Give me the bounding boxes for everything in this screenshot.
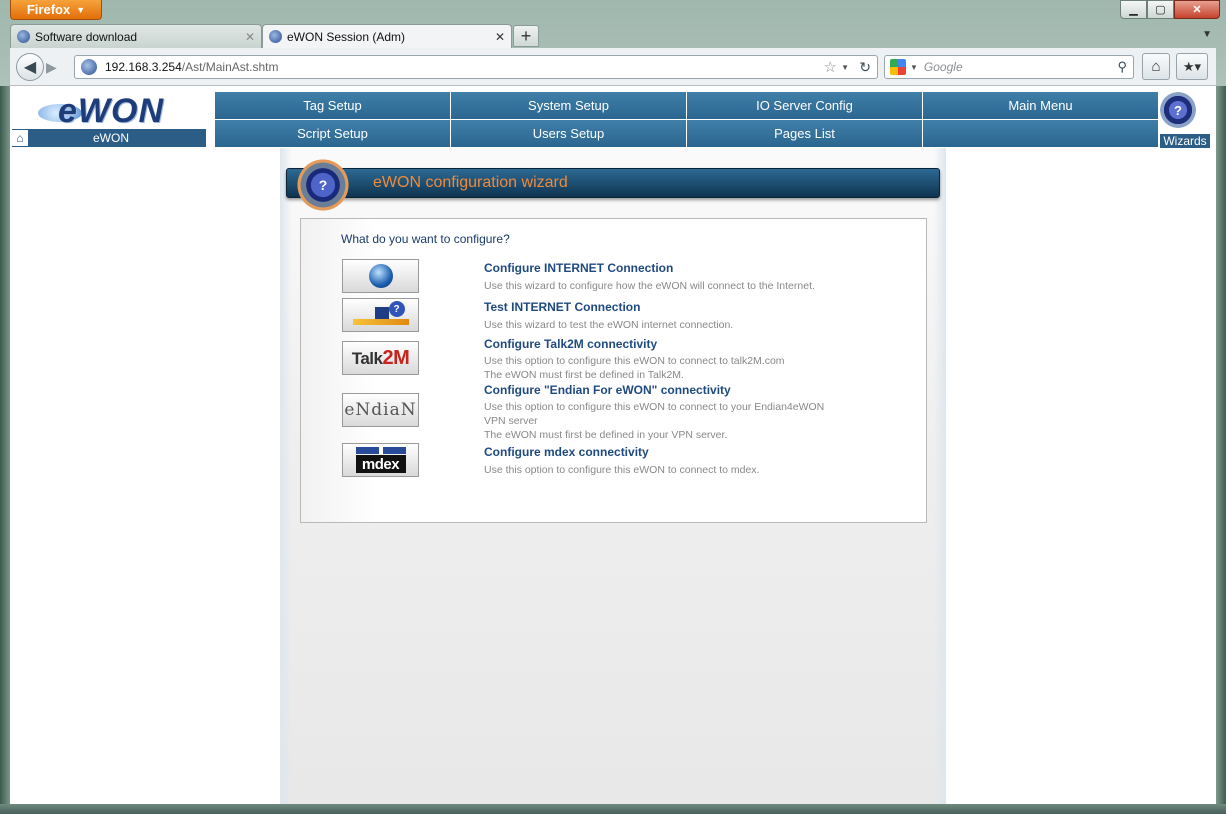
reload-icon[interactable]: ↻ [859,59,871,76]
option-desc-line: The eWON must first be defined in your V… [484,429,728,441]
option-description: Use this option to configure this eWON t… [484,463,864,477]
wizard-title-bar: ? eWON configuration wizard [286,157,940,213]
firefox-menu-label: Firefox [26,2,71,17]
tab-strip: Software download ✕ eWON Session (Adm) ✕… [10,24,1216,48]
tab-label: Software download [35,29,138,44]
wizards-link[interactable]: Wizards [1160,134,1210,148]
option-description: Use this option to configure this eWON t… [484,354,864,382]
google-engine-icon[interactable] [890,59,906,75]
window-caption-buttons: ▁ ▢ ✕ [1120,0,1220,19]
configure-mdex-link[interactable]: Configure mdex connectivity [484,445,649,459]
endian-logo: eNdiaN [344,400,417,420]
configure-internet-link[interactable]: Configure INTERNET Connection [484,261,673,275]
test-internet-button[interactable]: ? [342,298,419,332]
close-window-button[interactable]: ✕ [1174,0,1220,19]
menu-pages-list[interactable]: Pages List [687,120,923,147]
url-bar[interactable]: 192.168.3.254/Ast/MainAst.shtm ☆ ▼ ↻ [74,55,878,79]
page-content: eWON ⌂ eWON Tag Setup System Setup IO Se… [10,86,1216,804]
close-tab-icon[interactable]: ✕ [495,30,505,44]
talk2m-logo: Talk2M [351,346,410,369]
menu-system-setup[interactable]: System Setup [451,92,687,119]
menu-tag-setup[interactable]: Tag Setup [215,92,451,119]
forward-button[interactable]: ▶ [46,59,57,76]
menu-empty-cell [923,120,1159,147]
chevron-down-icon: ▼ [76,4,86,15]
configure-talk2m-button[interactable]: Talk2M [342,341,419,375]
search-input[interactable]: ▼ Google ⚲ [884,55,1134,79]
tab-label: eWON Session (Adm) [287,29,406,44]
home-icon: ⌂ [12,130,28,146]
window-frame-right [1216,86,1226,804]
wizard-panel: ? eWON configuration wizard What do you … [280,148,946,804]
ewon-favicon-icon [269,30,282,43]
new-tab-button[interactable]: + [513,25,539,47]
list-all-tabs-icon[interactable]: ▼ [1202,29,1212,40]
url-path: /Ast/MainAst.shtm [181,60,279,74]
page-title: eWON configuration wizard [373,174,568,191]
back-button[interactable]: ◀ [16,53,44,81]
option-desc-line: VPN server [484,415,538,427]
configure-endian-link[interactable]: Configure "Endian For eWON" connectivity [484,383,731,397]
menu-users-setup[interactable]: Users Setup [451,120,687,147]
home-button[interactable]: ⌂ [1142,53,1170,80]
history-dropdown-icon[interactable]: ▼ [841,63,849,72]
ewon-favicon-icon [17,30,30,43]
maximize-button[interactable]: ▢ [1147,0,1174,19]
configure-mdex-button[interactable]: mdex [342,443,419,477]
search-placeholder: Google [923,60,963,74]
bookmark-star-icon[interactable]: ☆ [824,58,837,76]
engine-dropdown-icon[interactable]: ▼ [910,63,918,72]
tab-software-download[interactable]: Software download ✕ [10,24,262,48]
wizard-question: What do you want to configure? [341,232,510,246]
tab-ewon-session[interactable]: eWON Session (Adm) ✕ [262,24,512,48]
close-tab-icon[interactable]: ✕ [245,30,255,44]
wizards-gear-icon[interactable]: ? [1160,92,1196,128]
option-description: Use this wizard to configure how the eWO… [484,279,864,293]
option-desc-line: Use this option to configure this eWON t… [484,355,785,367]
network-test-icon: ? [351,301,411,329]
mdex-logo: mdex [355,447,406,473]
home-link[interactable]: ⌂ eWON [12,129,206,147]
option-description: Use this option to configure this eWON t… [484,400,864,442]
browser-window: Firefox ▼ ▁ ▢ ✕ Software download ✕ eWON… [0,0,1226,814]
window-frame-left [0,86,10,804]
firefox-menu-button[interactable]: Firefox ▼ [10,0,102,20]
configure-talk2m-link[interactable]: Configure Talk2M connectivity [484,337,657,351]
search-icon[interactable]: ⚲ [1117,59,1127,75]
configure-endian-button[interactable]: eNdiaN [342,393,419,427]
option-desc-line: The eWON must first be defined in Talk2M… [484,369,684,381]
site-identity-icon[interactable] [81,59,97,75]
option-desc-line: Use this wizard to configure how the eWO… [484,280,815,292]
option-description: Use this wizard to test the eWON interne… [484,318,864,332]
panel-shadow [280,148,292,804]
bookmarks-button[interactable]: ★▾ [1176,53,1208,80]
ewon-logo[interactable]: eWON [38,92,188,130]
globe-icon [368,264,393,288]
option-desc-line: Use this option to configure this eWON t… [484,464,760,476]
url-host: 192.168.3.254 [105,60,182,74]
logo-text: eWON [58,92,164,130]
home-label: eWON [93,131,129,145]
wizard-gear-icon: ? [295,157,351,213]
configure-internet-button[interactable] [342,259,419,293]
menu-io-server-config[interactable]: IO Server Config [687,92,923,119]
option-desc-line: Use this option to configure this eWON t… [484,401,825,413]
menu-script-setup[interactable]: Script Setup [215,120,451,147]
panel-shadow [934,148,946,804]
wizard-options-box: What do you want to configure? Configure… [300,218,927,523]
window-frame-bottom [0,804,1226,814]
option-desc-line: Use this wizard to test the eWON interne… [484,319,734,331]
menu-main-menu[interactable]: Main Menu [923,92,1159,119]
minimize-button[interactable]: ▁ [1120,0,1147,19]
navigation-toolbar: ◀ ▶ 192.168.3.254/Ast/MainAst.shtm ☆ ▼ ↻… [10,48,1216,86]
test-internet-link[interactable]: Test INTERNET Connection [484,300,640,314]
